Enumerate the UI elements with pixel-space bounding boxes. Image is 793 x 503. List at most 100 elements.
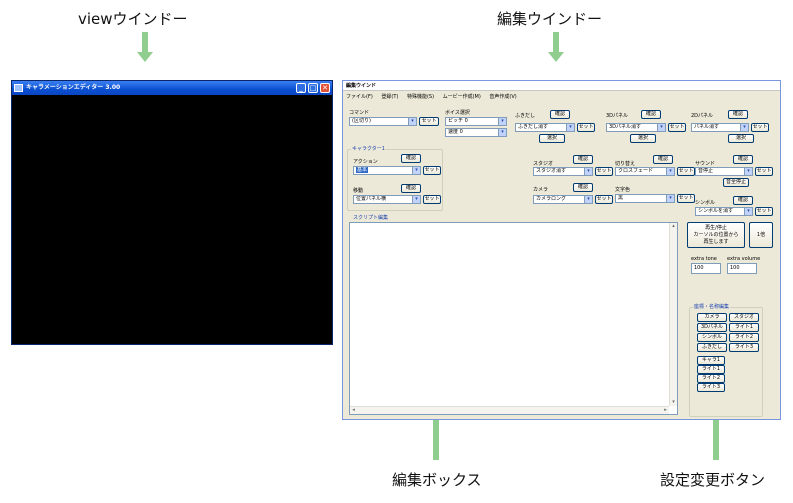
action-confirm-button[interactable]: 確認	[401, 154, 421, 163]
text-color-set-button[interactable]: セット	[677, 194, 695, 203]
coord-button-symbol[interactable]: シンボル	[697, 333, 727, 342]
panel2d-set-button[interactable]: セット	[751, 123, 769, 132]
extra-volume-input[interactable]: 100	[727, 263, 757, 274]
speed-value: 速度 0	[448, 129, 463, 135]
text-color-select[interactable]: 黒 ▾	[615, 194, 675, 203]
coord-button-studio[interactable]: スタジオ	[729, 313, 759, 322]
coord-button-light1[interactable]: ライト1	[729, 323, 759, 332]
minimize-icon[interactable]: _	[296, 83, 306, 93]
panel2d-value: パネル消す	[694, 124, 720, 130]
symbol-set-button[interactable]: セット	[755, 207, 773, 216]
command-value: (区切り)	[352, 118, 371, 124]
fukidashi-select-button[interactable]: 選択	[539, 134, 565, 143]
camera-set-button[interactable]: セット	[595, 195, 613, 204]
sound-all-stop-button[interactable]: 音全停止	[723, 178, 749, 187]
studio-confirm-button[interactable]: 確認	[573, 155, 593, 164]
coord-button-fukidashi[interactable]: ふきだし	[697, 343, 727, 352]
chevron-down-icon: ▾	[498, 129, 506, 136]
menu-register[interactable]: 登録(T)	[381, 94, 398, 100]
symbol-confirm-button[interactable]: 確認	[733, 196, 753, 205]
menu-bar: ファイル(F) 登録(T) 特殊機能(S) ムービー作成(M) 音声作成(V)	[343, 92, 780, 102]
move-confirm-button[interactable]: 確認	[401, 184, 421, 193]
coord-button-camera[interactable]: カメラ	[697, 313, 727, 322]
scroll-left-icon[interactable]: ◂	[350, 407, 357, 414]
scroll-down-icon[interactable]: ▾	[670, 399, 677, 406]
coord-list-chara1[interactable]: キャラ1	[697, 356, 725, 365]
panel3d-value: 3Dパネル消す	[609, 124, 642, 130]
pitch-select[interactable]: ピッチ 0 ▾	[445, 117, 507, 126]
view-window[interactable]: キャラメーションエディター 3.00 _ □ ✕	[11, 80, 333, 345]
camera-value: カメラロング	[536, 196, 567, 202]
coord-button-3dpanel[interactable]: 3Dパネル	[697, 323, 727, 332]
coord-button-light3[interactable]: ライト3	[729, 343, 759, 352]
fukidashi-value: ふきだし消す	[518, 124, 549, 130]
move-label: 移動	[353, 188, 364, 194]
panel3d-select[interactable]: 3Dパネル消す ▾	[606, 123, 666, 132]
view-window-titlebar[interactable]: キャラメーションエディター 3.00 _ □ ✕	[12, 81, 332, 95]
symbol-select[interactable]: シンボルを消す ▾	[695, 207, 753, 216]
studio-select[interactable]: スタジオ消す ▾	[533, 167, 593, 176]
extra-tone-input[interactable]: 100	[691, 263, 721, 274]
play-stop-button[interactable]: 再生/停止 カーソルの位置から 再生します	[687, 222, 745, 248]
switch-confirm-button[interactable]: 確認	[653, 155, 673, 164]
panel2d-select[interactable]: パネル消す ▾	[691, 123, 749, 132]
extra-volume-label: extra volume	[727, 256, 761, 262]
scroll-up-icon[interactable]: ▴	[670, 223, 677, 230]
close-icon[interactable]: ✕	[320, 83, 330, 93]
command-set-button[interactable]: セット	[419, 117, 439, 126]
down-arrow-icon	[137, 32, 153, 62]
editor-window[interactable]: 編集ウインド ファイル(F) 登録(T) 特殊機能(S) ムービー作成(M) 音…	[342, 80, 781, 420]
camera-select[interactable]: カメラロング ▾	[533, 195, 593, 204]
command-select[interactable]: (区切り) ▾	[349, 117, 417, 126]
extra-tone-label: extra tone	[691, 256, 717, 262]
panel3d-set-button[interactable]: セット	[668, 123, 686, 132]
character-group-label: キャラクター1	[351, 146, 386, 152]
action-select[interactable]: 基本 ▾	[353, 166, 421, 175]
studio-set-button[interactable]: セット	[595, 167, 613, 176]
menu-special[interactable]: 特殊機能(S)	[407, 94, 434, 100]
sound-confirm-button[interactable]: 確認	[733, 155, 753, 164]
fukidashi-select[interactable]: ふきだし消す ▾	[515, 123, 575, 132]
speed-select[interactable]: 速度 0 ▾	[445, 128, 507, 137]
pitch-value: ピッチ 0	[448, 118, 468, 124]
view-window-title: キャラメーションエディター 3.00	[26, 84, 121, 91]
move-select[interactable]: 位置パネル横 ▾	[353, 195, 421, 204]
coord-list-light1[interactable]: ライト1	[697, 365, 725, 374]
fukidashi-confirm-button[interactable]: 確認	[550, 110, 570, 119]
panel3d-label: 3Dパネル	[606, 113, 629, 119]
panel2d-select-button[interactable]: 選択	[728, 134, 754, 143]
chevron-down-icon: ▾	[666, 195, 674, 202]
coord-button-light2[interactable]: ライト2	[729, 333, 759, 342]
fukidashi-set-button[interactable]: セット	[577, 123, 595, 132]
text-color-value: 黒	[618, 195, 624, 201]
menu-file[interactable]: ファイル(F)	[346, 94, 373, 100]
panel3d-select-button[interactable]: 選択	[630, 134, 656, 143]
vertical-scrollbar[interactable]: ▴ ▾	[669, 223, 677, 406]
panel2d-confirm-button[interactable]: 確認	[728, 110, 748, 119]
coord-list-light3[interactable]: ライト3	[697, 383, 725, 392]
sound-set-button[interactable]: セット	[755, 167, 773, 176]
horizontal-scrollbar[interactable]: ◂ ▸	[350, 406, 669, 414]
move-set-button[interactable]: セット	[423, 195, 441, 204]
chevron-down-icon: ▾	[584, 196, 592, 203]
scroll-right-icon[interactable]: ▸	[662, 407, 669, 414]
action-set-button[interactable]: セット	[423, 166, 441, 175]
maximize-icon[interactable]: □	[308, 83, 318, 93]
script-editor[interactable]: ▴ ▾ ◂ ▸	[349, 222, 678, 415]
sound-select[interactable]: 音停止 ▾	[695, 167, 753, 176]
speed-button[interactable]: 1倍	[749, 222, 773, 248]
chevron-down-icon: ▾	[408, 118, 416, 125]
switch-select[interactable]: クロスフェード ▾	[615, 167, 675, 176]
menu-voice[interactable]: 音声作成(V)	[489, 94, 516, 100]
coord-list-light2[interactable]: ライト2	[697, 374, 725, 383]
switch-set-button[interactable]: セット	[677, 167, 695, 176]
camera-label: カメラ	[533, 187, 549, 193]
chevron-down-icon: ▾	[412, 196, 420, 203]
panel3d-confirm-button[interactable]: 確認	[641, 110, 661, 119]
menu-movie[interactable]: ムービー作成(M)	[443, 94, 481, 100]
app-icon	[14, 84, 23, 92]
studio-value: スタジオ消す	[536, 168, 567, 174]
symbol-value: シンボルを消す	[698, 208, 734, 214]
camera-confirm-button[interactable]: 確認	[573, 183, 593, 192]
play-line-3: 再生します	[703, 239, 729, 245]
